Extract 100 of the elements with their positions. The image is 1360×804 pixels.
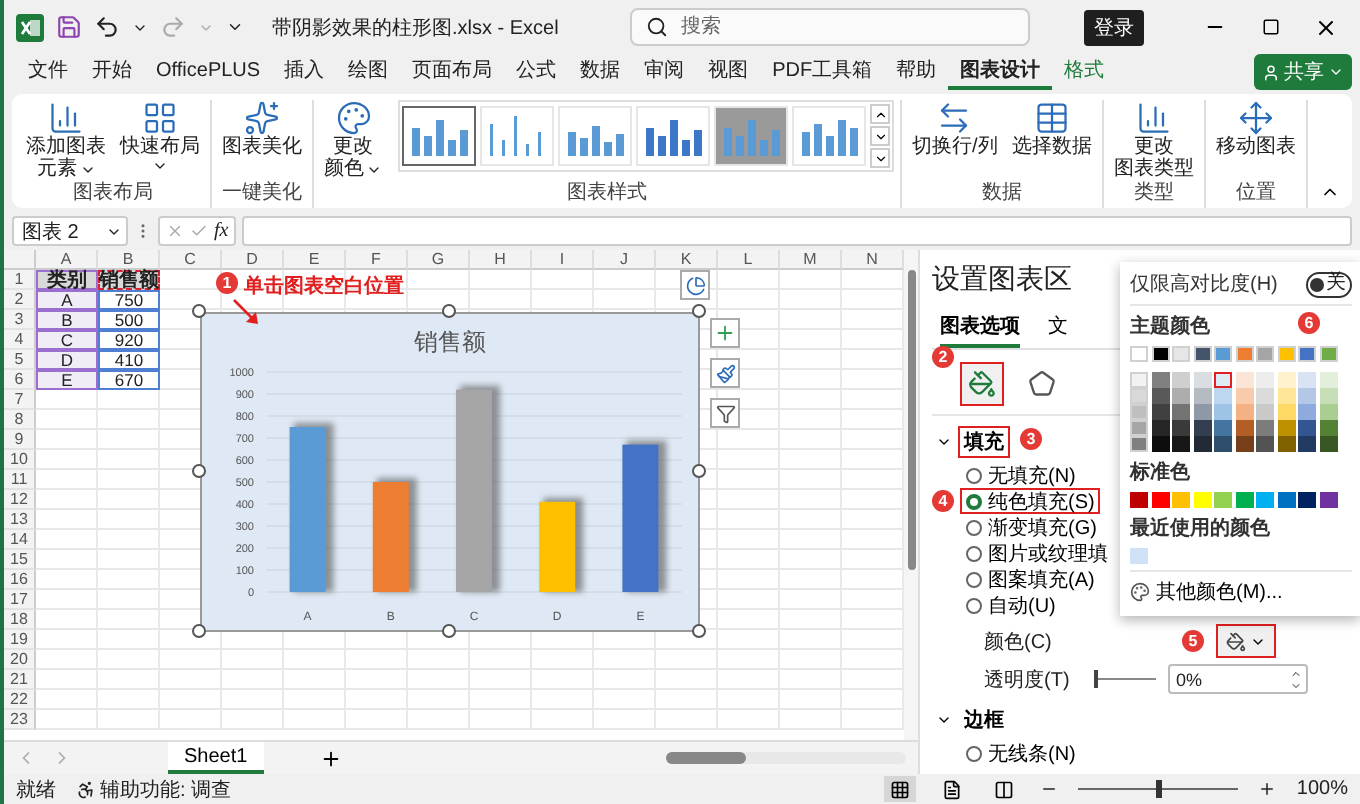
row-number[interactable]: 6 — [4, 370, 36, 390]
row-number[interactable]: 13 — [4, 510, 36, 530]
radio-option[interactable]: 纯色填充(S) — [960, 488, 1101, 514]
color-swatch[interactable] — [1214, 492, 1232, 508]
color-swatch[interactable] — [1214, 404, 1232, 420]
color-swatch[interactable] — [1151, 420, 1169, 436]
color-swatch[interactable] — [1319, 420, 1337, 436]
vertical-scrollbar[interactable] — [904, 250, 918, 740]
color-swatch[interactable] — [1319, 436, 1337, 452]
color-swatch[interactable] — [1298, 492, 1316, 508]
bar[interactable] — [289, 423, 334, 592]
ribbon-command[interactable]: 更改 图表类型 — [1109, 100, 1198, 180]
color-swatch[interactable] — [1277, 436, 1295, 452]
select-all-button[interactable] — [4, 250, 36, 270]
pane-tab[interactable]: 文 — [1048, 310, 1068, 348]
radio-option[interactable]: 自动(U) — [960, 592, 1062, 618]
ribbon-command[interactable]: 添加图表 元素 — [22, 100, 110, 180]
category-button[interactable] — [960, 362, 1004, 406]
undo-icon[interactable] — [94, 14, 120, 40]
color-swatch[interactable] — [1214, 420, 1232, 436]
color-swatch[interactable] — [1235, 404, 1253, 420]
column-header[interactable]: F — [346, 250, 408, 270]
color-swatch[interactable] — [1193, 420, 1211, 436]
row-number[interactable]: 10 — [4, 450, 36, 470]
row-number[interactable]: 4 — [4, 330, 36, 350]
color-swatch[interactable] — [1151, 388, 1169, 404]
color-swatch[interactable] — [1277, 388, 1295, 404]
chart-beautify-button[interactable] — [680, 270, 710, 300]
color-swatch[interactable] — [1214, 436, 1232, 452]
color-swatch[interactable] — [1151, 372, 1169, 388]
ribbon-command[interactable]: 图表美化 — [218, 100, 306, 158]
color-swatch[interactable] — [1172, 420, 1190, 436]
bar[interactable] — [372, 478, 417, 592]
color-swatch[interactable] — [1151, 492, 1169, 508]
resize-handle[interactable] — [192, 624, 206, 638]
menu-tab[interactable]: 视图 — [696, 54, 761, 90]
color-swatch[interactable] — [1235, 388, 1253, 404]
menu-tab[interactable]: 插入 — [272, 54, 337, 90]
row-number[interactable]: 20 — [4, 650, 36, 670]
column-header[interactable]: I — [532, 250, 594, 270]
horizontal-scrollbar[interactable] — [666, 752, 906, 764]
name-box[interactable]: 图表 2 — [12, 216, 128, 246]
row-number[interactable]: 2 — [4, 290, 36, 310]
row-number[interactable]: 18 — [4, 610, 36, 630]
column-header[interactable]: B — [98, 250, 160, 270]
color-swatch[interactable] — [1193, 492, 1211, 508]
column-header[interactable]: D — [222, 250, 284, 270]
color-swatch[interactable] — [1193, 404, 1211, 420]
scroll-up-button[interactable] — [870, 104, 890, 124]
accessibility-status[interactable]: 辅助功能: 调查 — [100, 775, 232, 803]
radio-option[interactable]: 图案填充(A) — [960, 566, 1101, 592]
column-header[interactable]: A — [36, 250, 98, 270]
more-button[interactable] — [870, 148, 890, 168]
ribbon-command[interactable]: 更改 颜色 — [320, 100, 386, 180]
menu-tab[interactable]: 公式 — [504, 54, 569, 90]
color-swatch[interactable] — [1319, 492, 1337, 508]
chevron-up-icon[interactable] — [1290, 667, 1302, 679]
radio-option[interactable]: 图片或纹理填 — [960, 540, 1114, 566]
color-swatch[interactable] — [1277, 492, 1295, 508]
ribbon-command[interactable]: 快速布局 — [116, 100, 204, 174]
menu-tab[interactable]: 页面布局 — [400, 54, 505, 90]
row-number[interactable]: 15 — [4, 550, 36, 570]
color-swatch[interactable] — [1193, 436, 1211, 452]
column-header[interactable]: G — [408, 250, 470, 270]
row-number[interactable]: 3 — [4, 310, 36, 330]
ribbon-command[interactable]: 选择数据 — [1007, 100, 1096, 158]
menu-tab[interactable]: 图表设计 — [948, 54, 1053, 90]
color-swatch[interactable] — [1256, 388, 1274, 404]
share-button[interactable]: 共享 — [1254, 54, 1352, 90]
row-number[interactable]: 22 — [4, 690, 36, 710]
menu-tab[interactable]: 格式 — [1052, 54, 1117, 90]
radio-option[interactable]: 无线条(N) — [960, 740, 1082, 766]
menu-tab[interactable]: 开始 — [80, 54, 144, 90]
row-number[interactable]: 16 — [4, 570, 36, 590]
bar[interactable] — [456, 385, 500, 592]
color-swatch[interactable] — [1235, 492, 1253, 508]
bar[interactable] — [622, 440, 667, 592]
bar[interactable] — [539, 497, 584, 592]
sign-in-button[interactable]: 登录 — [1084, 9, 1144, 45]
more-colors-button[interactable]: 其他颜色(M)... — [1130, 570, 1352, 608]
color-swatch[interactable] — [1319, 388, 1337, 404]
column-header[interactable]: M — [780, 250, 842, 270]
menu-tab[interactable]: 文件 — [16, 54, 80, 90]
color-swatch[interactable] — [1298, 372, 1316, 388]
color-swatch[interactable] — [1256, 372, 1274, 388]
color-swatch[interactable] — [1298, 388, 1316, 404]
color-swatch[interactable] — [1319, 372, 1337, 388]
column-header[interactable]: N — [842, 250, 904, 270]
row-number[interactable]: 8 — [4, 410, 36, 430]
toggle-switch[interactable]: 关 — [1306, 271, 1352, 297]
resize-handle[interactable] — [442, 304, 456, 318]
insert-function-button[interactable]: fx — [214, 220, 229, 242]
column-header[interactable]: C — [160, 250, 222, 270]
color-swatch[interactable] — [1172, 388, 1190, 404]
search-field[interactable]: 搜索 — [630, 8, 1031, 46]
color-swatch[interactable] — [1151, 436, 1169, 452]
color-swatch[interactable] — [1235, 420, 1253, 436]
chart-elements-button[interactable] — [710, 318, 740, 348]
color-swatch[interactable] — [1256, 404, 1274, 420]
color-swatch[interactable] — [1277, 420, 1295, 436]
